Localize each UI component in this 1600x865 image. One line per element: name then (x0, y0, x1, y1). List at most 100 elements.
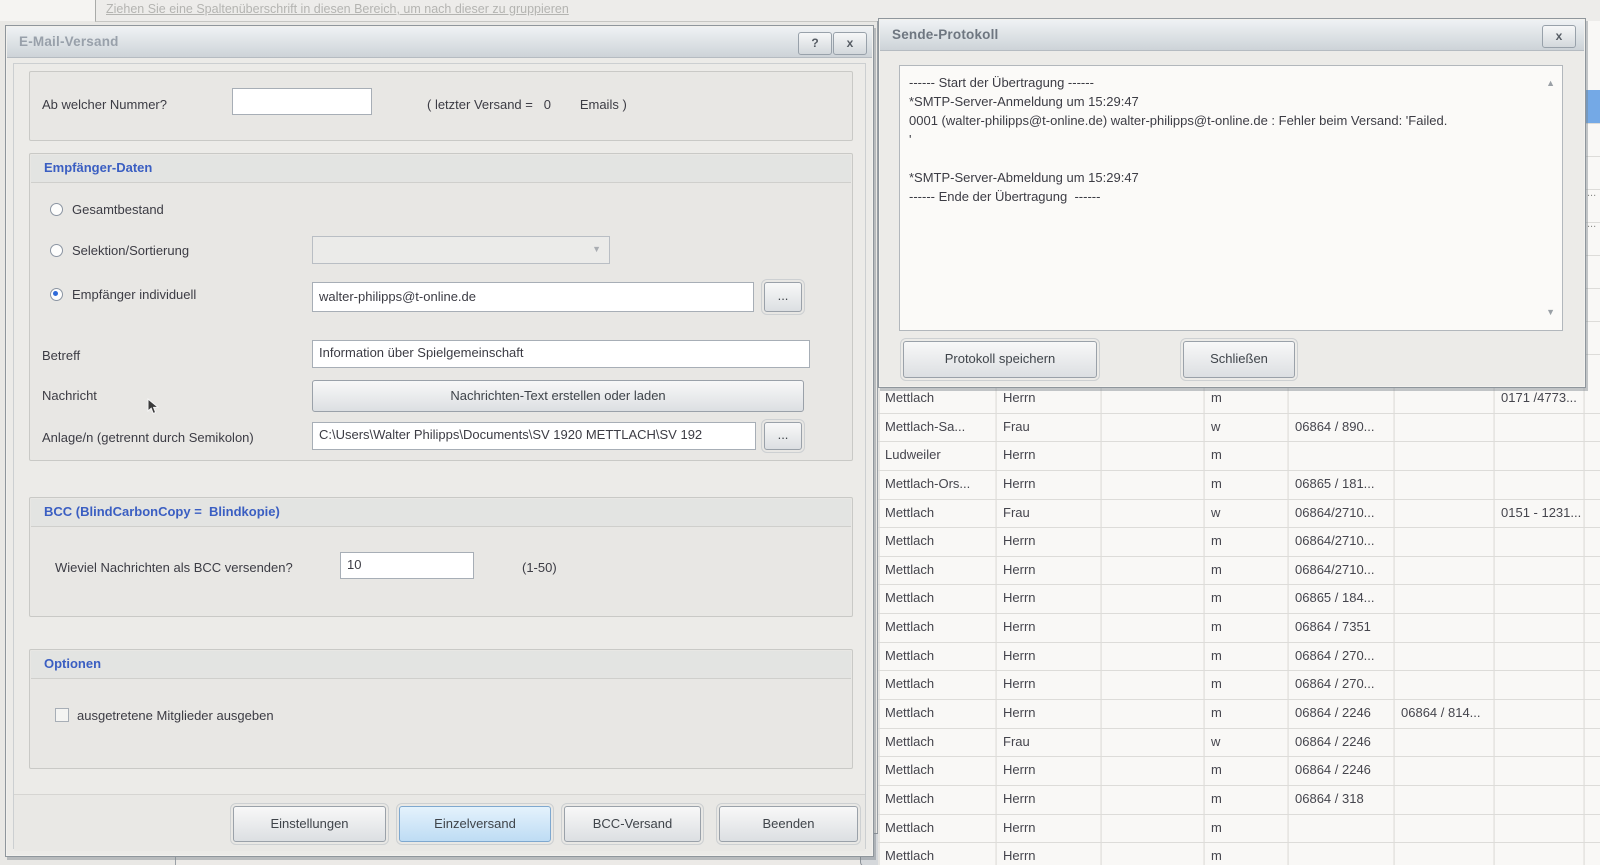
cell-phone1: 06864 / 2246 (1288, 729, 1394, 757)
truncated-cell-text: ... (1587, 218, 1600, 230)
selection-dropdown[interactable]: ▼ (312, 236, 610, 264)
cell-mobile (1494, 414, 1584, 442)
cell-phone2 (1394, 643, 1494, 671)
radio-selektion-label: Selektion/Sortierung (72, 243, 189, 258)
cell-phone2 (1394, 815, 1494, 843)
cell-extra (1101, 815, 1204, 843)
cell-gender: m (1204, 614, 1288, 642)
cell-phone1: 06864 / 270... (1288, 643, 1394, 671)
options-group-header: Optionen (31, 651, 851, 679)
former-members-checkbox[interactable] (55, 708, 69, 722)
table-row[interactable]: Mettlach Herrn m 06865 / 184... (878, 585, 1600, 614)
cell-salutation: Herrn (996, 442, 1101, 470)
cell-phone1: 06864/2710... (1288, 557, 1394, 585)
protocol-dialog-titlebar[interactable]: Sende-Protokoll x (880, 20, 1584, 51)
cell-extra (1101, 471, 1204, 499)
bcc-group: BCC (BlindCarbonCopy = Blindkopie) Wievi… (29, 497, 853, 617)
cell-mobile (1494, 729, 1584, 757)
options-group-title: Optionen (44, 656, 101, 671)
cell-city: Mettlach (878, 757, 996, 785)
einzelversand-button[interactable]: Einzelversand (399, 806, 551, 842)
table-row[interactable]: Mettlach Herrn m 06864 / 2246 (878, 757, 1600, 786)
table-row[interactable]: Mettlach Herrn m 0171 /4773... (878, 385, 1600, 414)
cell-city: Mettlach (878, 500, 996, 528)
scroll-up-icon[interactable]: ▲ (1546, 74, 1555, 93)
radio-gesamtbestand-label: Gesamtbestand (72, 202, 164, 217)
options-group: Optionen ausgetretene Mitglieder ausgebe… (29, 649, 853, 769)
attachment-browse-button[interactable]: ... (764, 422, 802, 450)
cell-extra (1101, 843, 1204, 865)
cell-city: Mettlach (878, 528, 996, 556)
table-row[interactable]: Mettlach Herrn m (878, 843, 1600, 865)
cell-mobile (1494, 471, 1584, 499)
cell-salutation: Herrn (996, 385, 1101, 413)
cell-gender: m (1204, 528, 1288, 556)
cell-extra (1101, 414, 1204, 442)
cell-edge (1584, 757, 1600, 785)
scroll-down-icon[interactable]: ▼ (1546, 303, 1555, 322)
cell-edge (1584, 442, 1600, 470)
mouse-cursor-icon (147, 398, 160, 415)
cell-extra (1101, 729, 1204, 757)
protocol-dialog-title: Sende-Protokoll (892, 27, 999, 42)
subject-input[interactable]: Information über Spielgemeinschaft (312, 340, 810, 368)
cell-salutation: Herrn (996, 757, 1101, 785)
protokoll-speichern-button[interactable]: Protokoll speichern (903, 341, 1097, 378)
protocol-close-button[interactable]: x (1542, 25, 1576, 48)
table-rows: Mettlach Herrn m 0171 /4773... Mettlach-… (878, 385, 1600, 865)
cell-phone1 (1288, 815, 1394, 843)
protocol-log[interactable]: ------ Start der Übertragung ------ *SMT… (899, 65, 1563, 331)
table-row[interactable]: Mettlach Herrn m 06864 / 7351 (878, 614, 1600, 643)
einstellungen-button[interactable]: Einstellungen (233, 806, 386, 842)
last-send-hint: ( letzter Versand = 0 Emails ) (427, 97, 627, 112)
schliessen-button[interactable]: Schließen (1183, 341, 1295, 378)
cell-salutation: Herrn (996, 671, 1101, 699)
table-row[interactable]: Mettlach Frau w 06864/2710... 0151 - 123… (878, 500, 1600, 529)
cell-city: Mettlach (878, 786, 996, 814)
bcc-versand-button[interactable]: BCC-Versand (564, 806, 701, 842)
beenden-button[interactable]: Beenden (719, 806, 858, 842)
cell-mobile (1494, 442, 1584, 470)
cell-city: Mettlach (878, 843, 996, 865)
cell-edge (1584, 585, 1600, 613)
cell-edge (1584, 729, 1600, 757)
radio-gesamtbestand[interactable] (50, 203, 63, 216)
table-row[interactable]: Mettlach Herrn m (878, 815, 1600, 844)
table-row[interactable]: Mettlach-Ors... Herrn m 06865 / 181... (878, 471, 1600, 500)
cell-city: Mettlach (878, 643, 996, 671)
table-row[interactable]: Mettlach Herrn m 06864 / 270... (878, 671, 1600, 700)
table-row[interactable]: Ludweiler Herrn m (878, 442, 1600, 471)
cell-gender: m (1204, 442, 1288, 470)
table-row[interactable]: Mettlach Herrn m 06864 / 2246 06864 / 81… (878, 700, 1600, 729)
table-row[interactable]: Mettlach Frau w 06864 / 2246 (878, 729, 1600, 758)
recipient-input[interactable]: walter-philipps@t-online.de (312, 282, 754, 312)
number-input[interactable] (232, 88, 372, 115)
cell-phone1: 06864 / 318 (1288, 786, 1394, 814)
cell-extra (1101, 757, 1204, 785)
recipient-browse-button[interactable]: ... (764, 282, 802, 312)
truncated-cell-text: ... (1587, 187, 1600, 199)
table-row[interactable]: Mettlach Herrn m 06864/2710... (878, 557, 1600, 586)
table-row[interactable]: Mettlach Herrn m 06864 / 318 (878, 786, 1600, 815)
row-divider (1585, 288, 1600, 289)
help-button[interactable]: ? (798, 32, 832, 55)
cell-salutation: Herrn (996, 786, 1101, 814)
radio-individuell[interactable] (50, 288, 63, 301)
table-row[interactable]: Mettlach Herrn m 06864 / 270... (878, 643, 1600, 672)
radio-selektion[interactable] (50, 244, 63, 257)
selected-cell[interactable] (1585, 90, 1600, 123)
attachment-input[interactable]: C:\Users\Walter Philipps\Documents\SV 19… (312, 422, 756, 450)
close-button[interactable]: x (833, 32, 867, 55)
group-by-hint: Ziehen Sie eine Spaltenüberschrift in di… (106, 2, 569, 16)
table-row[interactable]: Mettlach Herrn m 06864/2710... (878, 528, 1600, 557)
table-row[interactable]: Mettlach-Sa... Frau w 06864 / 890... (878, 414, 1600, 443)
cell-mobile (1494, 700, 1584, 728)
message-button[interactable]: Nachrichten-Text erstellen oder laden (312, 380, 804, 412)
email-dialog-titlebar[interactable]: E-Mail-Versand ? x (7, 27, 872, 58)
cell-phone2 (1394, 557, 1494, 585)
bcc-count-input[interactable]: 10 (340, 552, 474, 579)
cell-gender: m (1204, 815, 1288, 843)
former-members-label: ausgetretene Mitglieder ausgeben (77, 708, 274, 723)
cell-gender: m (1204, 471, 1288, 499)
bcc-range-label: (1-50) (522, 560, 557, 575)
